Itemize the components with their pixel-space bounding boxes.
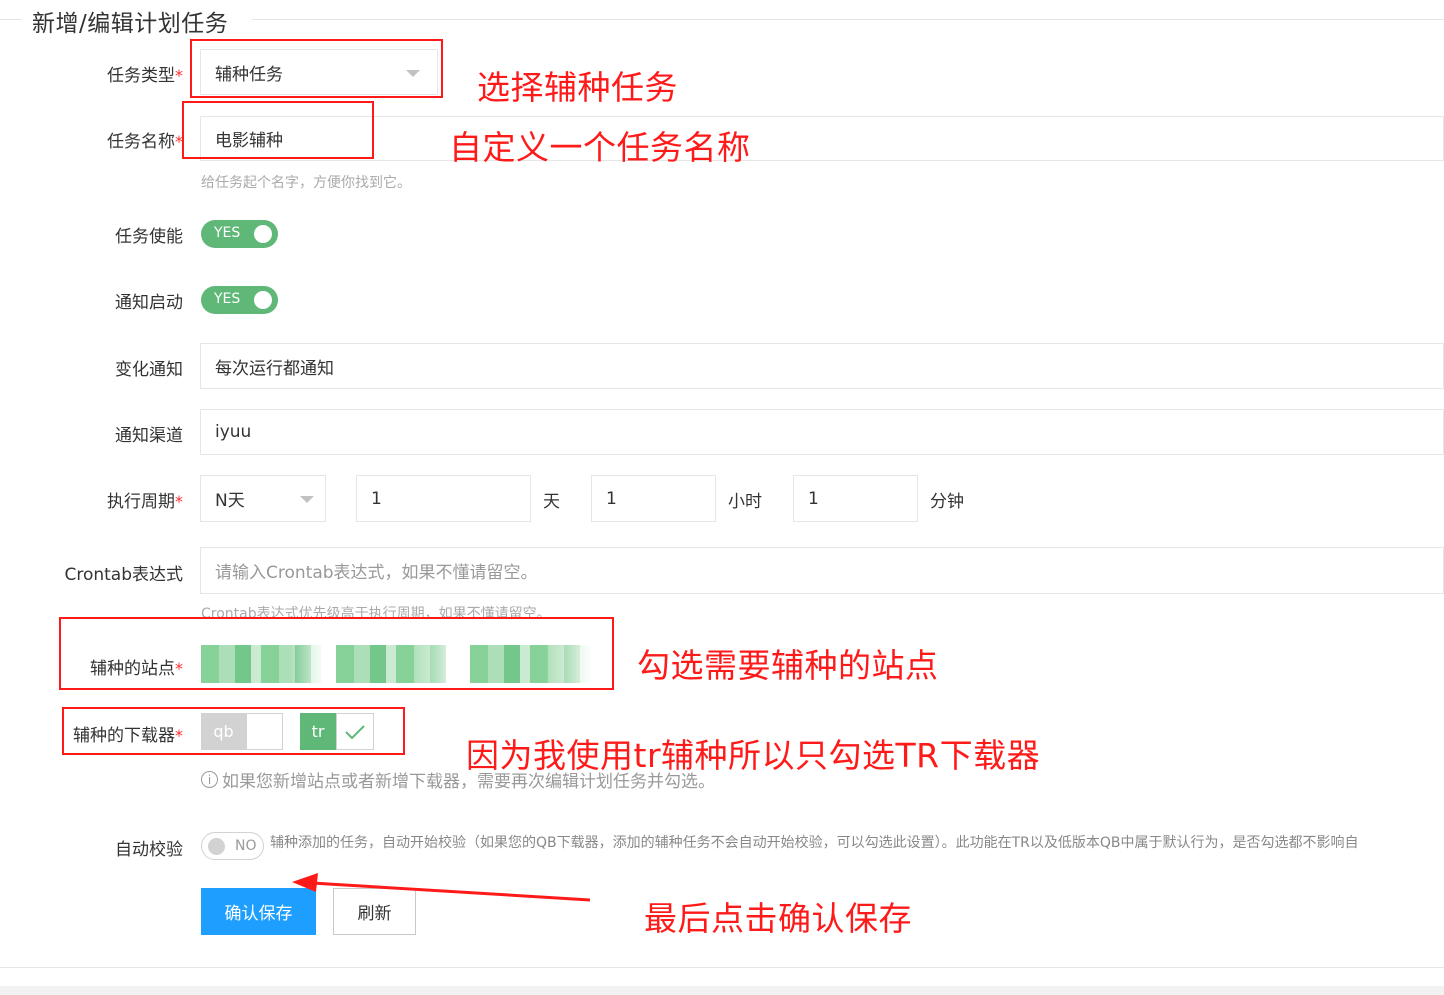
change-notify-select[interactable]: 每次运行都通知 [200, 343, 1444, 389]
annotation-custom-name: 自定义一个任务名称 [449, 128, 751, 167]
task-enable-switch[interactable]: YES [201, 220, 278, 248]
period-minutes-input[interactable]: 1 [793, 475, 918, 522]
change-notify-value: 每次运行都通知 [215, 358, 334, 379]
period-minutes-unit: 分钟 [930, 492, 964, 512]
task-name-label: 任务名称* [107, 132, 183, 152]
switch-knob [254, 291, 272, 309]
change-notify-label: 变化通知 [115, 360, 183, 380]
period-days-unit: 天 [543, 492, 560, 512]
period-hours-input[interactable]: 1 [591, 475, 716, 522]
crontab-input[interactable]: 请输入Crontab表达式，如果不懂请留空。 [200, 547, 1444, 594]
period-mode-select[interactable]: N天 [200, 475, 326, 522]
annotation-box [62, 707, 405, 755]
form-frame-border [252, 19, 1444, 20]
notify-start-switch[interactable]: YES [201, 286, 278, 314]
switch-text: YES [214, 291, 241, 307]
period-mode-value: N天 [215, 491, 245, 511]
page-footer-strip [0, 986, 1444, 995]
period-days-value: 1 [371, 488, 382, 509]
annotation-finally-save: 最后点击确认保存 [644, 899, 912, 938]
crontab-label: Crontab表达式 [64, 565, 183, 585]
period-hours-value: 1 [606, 488, 617, 509]
form-frame-border [0, 967, 1444, 968]
annotation-tr-only: 因为我使用tr辅种所以只勾选TR下载器 [466, 736, 1041, 775]
switch-knob [208, 838, 225, 855]
chevron-down-icon [300, 496, 314, 503]
annotation-box [190, 39, 443, 98]
notify-channel-value: iyuu [215, 422, 252, 442]
auto-check-label: 自动校验 [115, 840, 183, 860]
task-type-label: 任务类型* [107, 66, 183, 86]
annotation-check-sites: 勾选需要辅种的站点 [637, 646, 939, 685]
notify-start-label: 通知启动 [115, 293, 183, 313]
task-enable-label: 任务使能 [115, 227, 183, 247]
annotation-box [59, 617, 614, 690]
form-legend: 新增/编辑计划任务 [32, 11, 229, 37]
notify-channel-select[interactable]: iyuu [200, 409, 1444, 455]
period-days-input[interactable]: 1 [356, 475, 531, 522]
period-minutes-value: 1 [808, 488, 819, 509]
annotation-box [182, 101, 374, 159]
annotation-select-type: 选择辅种任务 [477, 68, 678, 107]
task-name-input[interactable]: 电影辅种 [200, 116, 1444, 161]
info-icon: i [201, 771, 218, 788]
switch-text: NO [235, 838, 257, 854]
form-frame-border [0, 19, 22, 20]
period-label: 执行周期* [107, 492, 183, 512]
task-name-hint: 给任务起个名字，方便你找到它。 [201, 175, 411, 191]
switch-text: YES [214, 225, 241, 241]
crontab-placeholder: 请输入Crontab表达式，如果不懂请留空。 [215, 563, 538, 583]
auto-check-switch[interactable]: NO [201, 832, 264, 860]
period-hours-unit: 小时 [728, 492, 762, 512]
auto-check-desc: 辅种添加的任务，自动开始校验（如果您的QB下载器，添加的辅种任务不会自动开始校验… [270, 835, 1359, 851]
notify-channel-label: 通知渠道 [115, 426, 183, 446]
switch-knob [254, 225, 272, 243]
annotation-arrow [292, 873, 591, 902]
